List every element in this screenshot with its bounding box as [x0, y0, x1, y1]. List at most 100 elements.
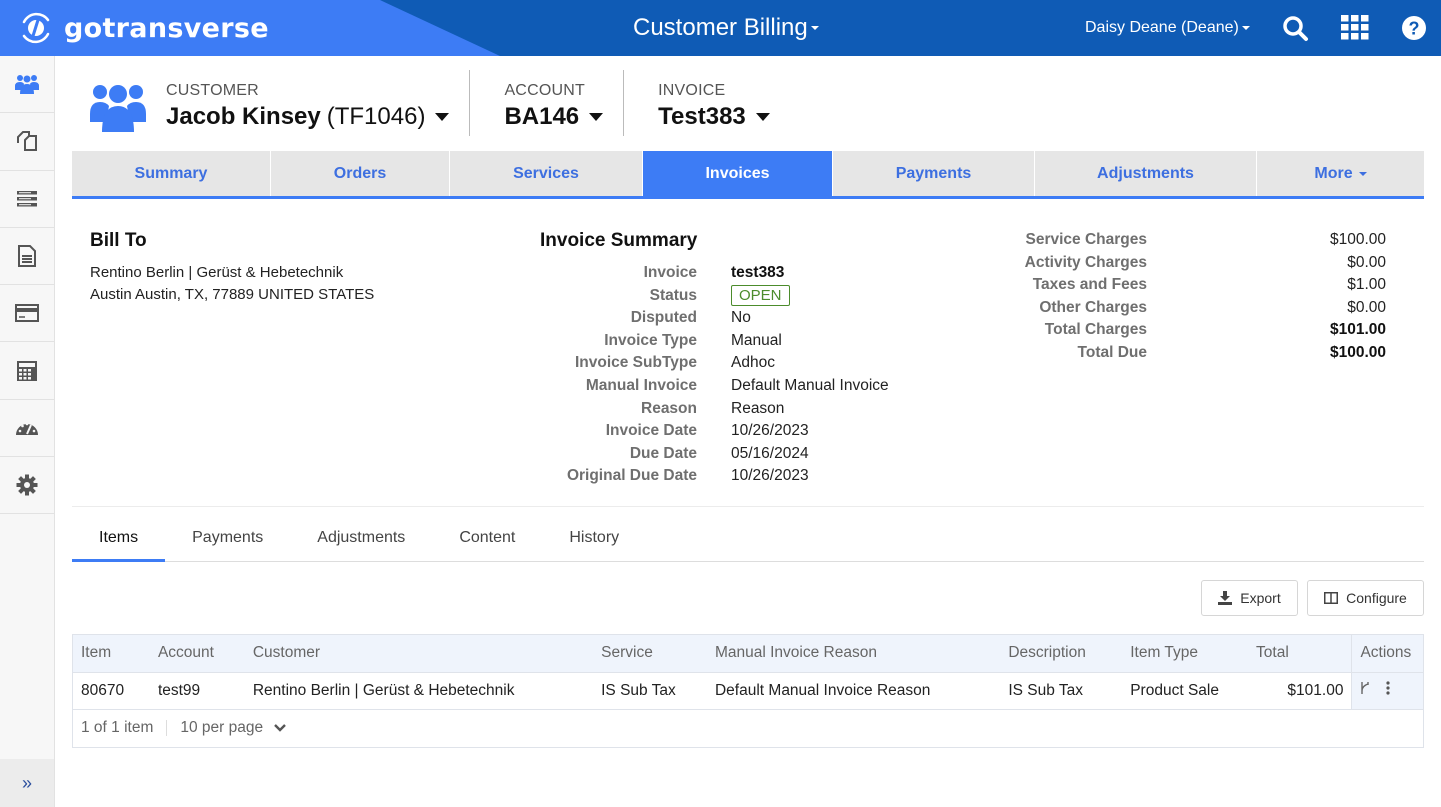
field-value: 10/26/2023 — [731, 422, 809, 440]
field-status: Status OPEN — [540, 284, 889, 308]
total-label: Taxes and Fees — [1032, 276, 1147, 294]
tab-summary[interactable]: Summary — [72, 151, 271, 196]
copy-icon — [17, 131, 37, 152]
context-header: CUSTOMER Jacob Kinsey (TF1046) ACCOUNT B… — [90, 70, 790, 140]
page-size-select[interactable]: 10 per page — [180, 719, 263, 737]
total-activity-charges: Activity Charges $0.00 — [1000, 252, 1386, 275]
field-invoice: Invoice test383 — [540, 262, 889, 285]
download-icon — [1218, 591, 1233, 605]
pager: 1 of 1 item 10 per page — [73, 710, 1423, 747]
field-value: test383 — [731, 264, 785, 281]
sidebar-item-payments[interactable] — [0, 285, 54, 343]
apps-grid-icon[interactable] — [1341, 14, 1369, 42]
search-icon[interactable] — [1281, 14, 1309, 42]
bill-to-section: Bill To Rentino Berlin | Gerüst & Hebete… — [90, 230, 374, 306]
user-name: Daisy Deane (Deane) — [1085, 19, 1239, 36]
invoice-summary-title: Invoice Summary — [540, 230, 698, 251]
double-chevron-right-icon: » — [21, 772, 32, 793]
logo[interactable]: gotransverse — [18, 10, 269, 46]
col-manual-invoice-reason[interactable]: Manual Invoice Reason — [706, 635, 1001, 673]
col-item[interactable]: Item — [73, 635, 150, 673]
invoice-summary-section: Invoice Summary Invoice test383 Status OPE… — [540, 230, 889, 488]
subtab-history[interactable]: History — [542, 515, 646, 561]
caret-down-icon — [1241, 26, 1250, 30]
sidebar-item-dashboard[interactable] — [0, 400, 54, 458]
tab-services[interactable]: Services — [450, 151, 643, 196]
configure-button[interactable]: Configure — [1307, 580, 1424, 616]
help-icon[interactable]: ? — [1400, 14, 1428, 42]
cell-item-type: Product Sale — [1122, 672, 1249, 710]
sidebar-item-services[interactable] — [0, 171, 54, 228]
tab-more-label: More — [1314, 164, 1353, 182]
field-label: Disputed — [630, 309, 697, 327]
col-account[interactable]: Account — [149, 635, 245, 673]
sidebar-item-settings[interactable] — [0, 457, 54, 515]
tab-payments[interactable]: Payments — [833, 151, 1035, 196]
kebab-menu-icon[interactable] — [1386, 681, 1391, 695]
total-service-charges: Service Charges $100.00 — [1000, 229, 1387, 252]
customer-label: CUSTOMER — [166, 82, 259, 99]
account-label: ACCOUNT — [504, 82, 585, 99]
subtab-content[interactable]: Content — [432, 515, 542, 561]
main-tabs: Summary Orders Services Invoices Payment… — [72, 151, 1424, 199]
tab-invoices[interactable]: Invoices — [643, 151, 833, 196]
subtab-items[interactable]: Items — [72, 515, 166, 562]
sidebar-item-invoices[interactable] — [0, 228, 54, 286]
col-actions: Actions — [1351, 635, 1423, 673]
user-menu[interactable]: Daisy Deane (Deane) — [1085, 19, 1250, 37]
branch-icon[interactable] — [1360, 681, 1370, 695]
bill-to-title: Bill To — [90, 230, 147, 251]
customer-dropdown[interactable]: Jacob Kinsey (TF1046) — [166, 103, 450, 131]
status-badge: OPEN — [731, 284, 790, 306]
export-button[interactable]: Export — [1201, 580, 1298, 616]
caret-down-icon — [435, 113, 450, 121]
total-value: $1.00 — [1347, 276, 1386, 294]
sidebar-item-documents[interactable] — [0, 113, 54, 171]
customer-selector: CUSTOMER Jacob Kinsey (TF1046) — [166, 76, 469, 140]
col-item-type[interactable]: Item Type — [1122, 635, 1249, 673]
account-selector: ACCOUNT BA146 — [504, 76, 623, 140]
subtab-payments[interactable]: Payments — [165, 515, 290, 561]
tab-adjustments[interactable]: Adjustments — [1035, 151, 1257, 196]
cell-service: IS Sub Tax — [593, 672, 707, 710]
users-icon — [15, 75, 39, 95]
sidebar: » — [0, 56, 55, 807]
customer-users-icon — [90, 85, 146, 132]
customer-name: Jacob Kinsey — [166, 103, 321, 130]
caret-down-icon — [1358, 171, 1367, 176]
total-value: $101.00 — [1329, 321, 1386, 339]
field-label: Invoice Type — [604, 331, 697, 349]
subtab-adjustments[interactable]: Adjustments — [290, 515, 432, 561]
account-dropdown[interactable]: BA146 — [504, 103, 604, 131]
field-value: Reason — [731, 399, 785, 417]
cell-description: IS Sub Tax — [1000, 672, 1123, 710]
pager-separator — [166, 720, 168, 736]
total-other-charges: Other Charges $0.00 — [1000, 297, 1386, 320]
total-label: Activity Charges — [1024, 253, 1147, 271]
invoice-dropdown[interactable]: Test383 — [658, 103, 770, 131]
col-customer[interactable]: Customer — [244, 635, 594, 673]
chevron-down-icon[interactable] — [273, 721, 287, 735]
sidebar-item-customers[interactable] — [0, 56, 54, 114]
field-label: Original Due Date — [566, 467, 697, 485]
gauge-icon — [16, 422, 38, 435]
brand-name: gotransverse — [64, 12, 269, 44]
field-label: Manual Invoice — [585, 376, 697, 394]
total-charges: Total Charges $101.00 — [1000, 319, 1386, 342]
col-total[interactable]: Total — [1248, 635, 1352, 673]
total-value: $0.00 — [1347, 298, 1386, 316]
table-header-row: Item Account Customer Service Manual Inv… — [73, 635, 1423, 673]
items-table: Item Account Customer Service Manual Inv… — [73, 635, 1423, 710]
sidebar-item-calculator[interactable] — [0, 342, 54, 400]
invoice-items-grid: Item Account Customer Service Manual Inv… — [72, 634, 1424, 748]
total-label: Total Due — [1077, 343, 1147, 361]
col-description[interactable]: Description — [1000, 635, 1123, 673]
gear-icon — [16, 474, 38, 496]
tab-more[interactable]: More — [1257, 151, 1424, 196]
tab-orders[interactable]: Orders — [271, 151, 450, 196]
invoice-value: Test383 — [658, 103, 746, 130]
table-row[interactable]: 80670 test99 Rentino Berlin | Gerüst & H… — [73, 672, 1423, 710]
expand-sidebar-button[interactable]: » — [0, 759, 54, 807]
col-service[interactable]: Service — [593, 635, 707, 673]
app-switcher[interactable]: Customer Billing — [633, 14, 819, 42]
